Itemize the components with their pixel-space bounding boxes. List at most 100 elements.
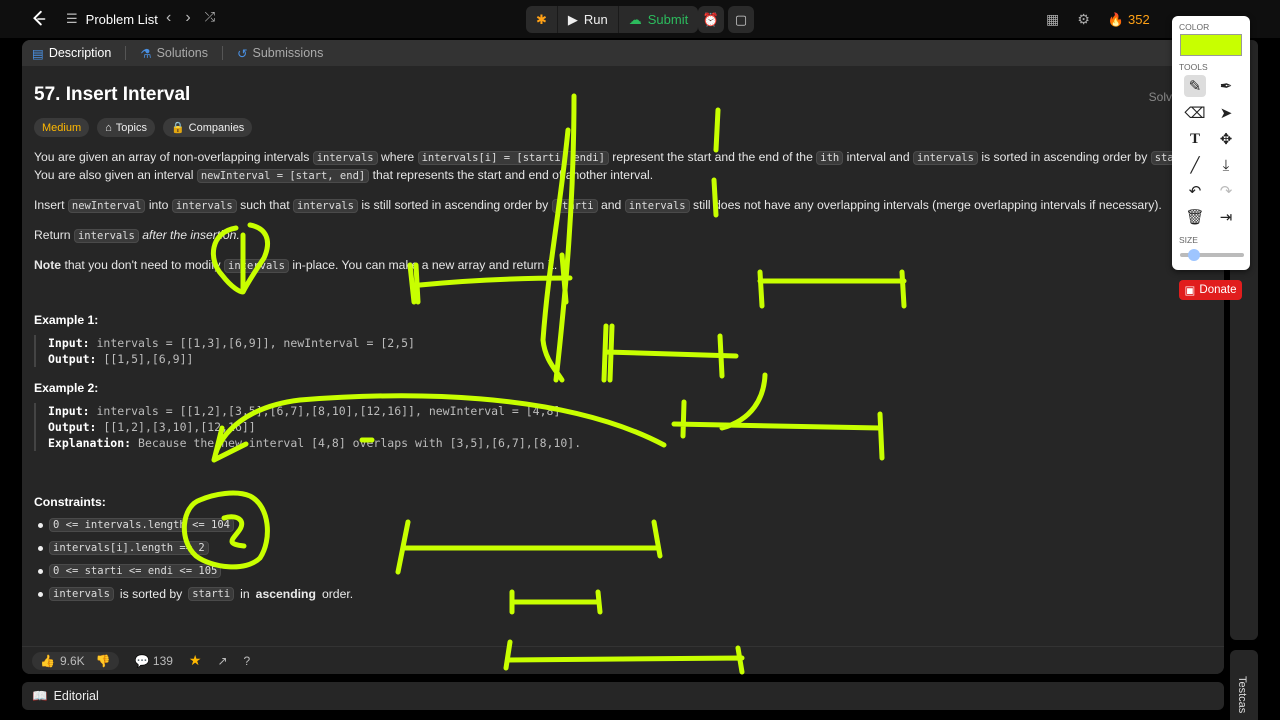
trash-icon[interactable]: 🗑 [1184,206,1206,228]
run-submit-group: ✱ ▶ Run ☁ Submit [526,6,699,33]
example2-title: Example 2: [34,381,99,395]
comments-count: 139 [152,653,173,668]
debug-button[interactable]: ✱ [526,6,558,33]
constraint-code: starti [188,587,235,601]
text: and [601,198,622,212]
explanation-label: Explanation: [48,436,132,450]
star-icon[interactable]: ★ [189,652,202,669]
line-tool-icon[interactable]: ╱ [1184,154,1206,176]
problem-content: 57. Insert Interval Solv Medium ⌂ Topics … [34,84,1212,601]
inline-code: intervals[i] = [starti, endi] [417,151,609,165]
panel-footer: 👍 9.6K 👎 💬 139 ★ ↗ ? [22,646,1224,674]
problem-title[interactable]: 57. Insert Interval [34,84,1212,106]
submit-label: Submit [647,12,689,27]
example-input: intervals = [[1,3],[6,9]], newInterval =… [96,336,415,350]
annotation-palette: COLOR TOOLS ✎ ✒ ⌫ ➤ T ✥ ╱ ⤓ ↶ ↷ 🗑 ⇥ SIZE [1172,16,1250,270]
move-tool-icon[interactable]: ✥ [1215,128,1237,150]
size-label: SIZE [1179,235,1198,245]
tab-description[interactable]: ▤ Description [32,46,111,61]
problem-statement-p1: You are given an array of non-overlappin… [34,149,1212,185]
text: such that [240,198,290,212]
tab-solutions[interactable]: ⚗ Solutions [140,46,208,61]
list-item: 0 <= intervals.length <= 104 [34,518,1212,532]
list-item: intervals is sorted by starti in ascendi… [34,587,1212,601]
flask-icon: ⚗ [140,46,152,61]
play-icon: ▶ [567,11,578,27]
example-output: [[1,5],[6,9]] [103,352,194,366]
inline-code: intervals [913,151,978,165]
problem-list-label: Problem List [85,11,158,27]
bullet [38,545,43,551]
tab-divider [125,46,127,60]
donate-label: Donate [1199,284,1237,296]
input-label: Input: [48,336,90,350]
next-problem-icon[interactable]: › [185,9,190,27]
marker-tool-icon[interactable]: ✒ [1215,75,1237,97]
book-icon: 📖 [32,688,48,703]
redo-icon[interactable]: ↷ [1215,180,1237,202]
timer-button[interactable]: ⏰ [698,6,724,33]
pointer-tool-icon[interactable]: ➤ [1215,102,1237,124]
problem-statement-p2: Insert newInterval into intervals such t… [34,197,1212,215]
solved-status: Solv [1148,90,1172,104]
history-icon: ↺ [237,46,248,61]
panel-tabs: ▤ Description ⚗ Solutions ↺ Submissions [22,40,1224,66]
text: still does not have any overlapping inte… [693,198,1162,212]
tab-description-label: Description [48,46,112,60]
like-button[interactable]: 👍 9.6K 👎 [32,651,119,670]
comments-button[interactable]: 💬 139 [135,654,173,668]
thumbs-up-icon: 👍 [40,653,55,668]
donate-button[interactable]: ▣ Donate [1179,280,1242,300]
prev-problem-icon[interactable]: ‹ [166,9,171,27]
tab-submissions[interactable]: ↺ Submissions [237,46,323,61]
submit-button[interactable]: ☁ Submit [619,6,698,33]
constraints-list: 0 <= intervals.length <= 104 intervals[i… [34,518,1212,601]
bug-icon: ✱ [536,11,547,27]
inline-code: intervals [312,151,378,165]
list-icon: ☰ [66,11,78,26]
run-button[interactable]: ▶ Run [558,6,619,33]
inline-code: intervals [171,199,237,213]
description-panel: ▤ Description ⚗ Solutions ↺ Submissions 57.… [22,40,1224,674]
thumbs-down-icon[interactable]: 👎 [96,654,111,668]
leetcode-logo-icon[interactable] [30,10,48,28]
problem-list-button[interactable]: ☰ Problem List [66,11,158,27]
companies-badge[interactable]: 🔒 Companies [162,118,253,137]
bullet [38,568,43,574]
undo-icon[interactable]: ↶ [1184,180,1206,202]
text: into [148,198,169,212]
color-swatch[interactable] [1180,34,1242,56]
topics-badge[interactable]: ⌂ Topics [97,118,155,137]
list-item: intervals[i].length == 2 [34,541,1212,555]
difficulty-badge: Medium [34,118,90,137]
size-slider-knob[interactable] [1187,249,1200,261]
text-tool-icon[interactable]: T [1184,128,1206,150]
output-label: Output: [48,352,97,366]
bullet [38,522,43,528]
cloud-upload-icon: ☁ [628,11,642,27]
editorial-label: Editorial [53,689,99,703]
help-icon[interactable]: ? [244,654,251,668]
share-icon[interactable]: ↗ [217,654,227,668]
text: where [380,150,415,164]
constraint-code: 0 <= starti <= endi <= 105 [49,564,222,578]
download-icon[interactable]: ⤓ [1215,154,1237,176]
size-slider[interactable] [1180,249,1244,261]
text: in [240,587,250,601]
inline-code: newInterval = [start, end] [196,169,370,183]
text: You are given an array of non-overlappin… [34,150,310,164]
constraint-code: intervals [49,587,114,601]
pen-tool-icon[interactable]: ✎ [1184,75,1206,97]
shuffle-icon[interactable]: ⤮ [205,9,215,27]
streak-counter[interactable]: 🔥 352 [1108,12,1150,28]
eraser-tool-icon[interactable]: ⌫ [1184,102,1206,124]
text: represent the start and the end of the [612,150,813,164]
exit-icon[interactable]: ⇥ [1215,206,1237,228]
tag-icon: ⌂ [105,121,112,134]
editorial-tab[interactable]: 📖 Editorial [22,682,1224,710]
notes-button[interactable]: ▢ [728,6,754,33]
output-label: Output: [48,420,97,434]
testcase-tab[interactable]: Testcas [1230,650,1258,720]
layout-icon[interactable]: ▦ [1046,11,1059,28]
settings-gear-icon[interactable]: ⚙ [1077,11,1090,28]
